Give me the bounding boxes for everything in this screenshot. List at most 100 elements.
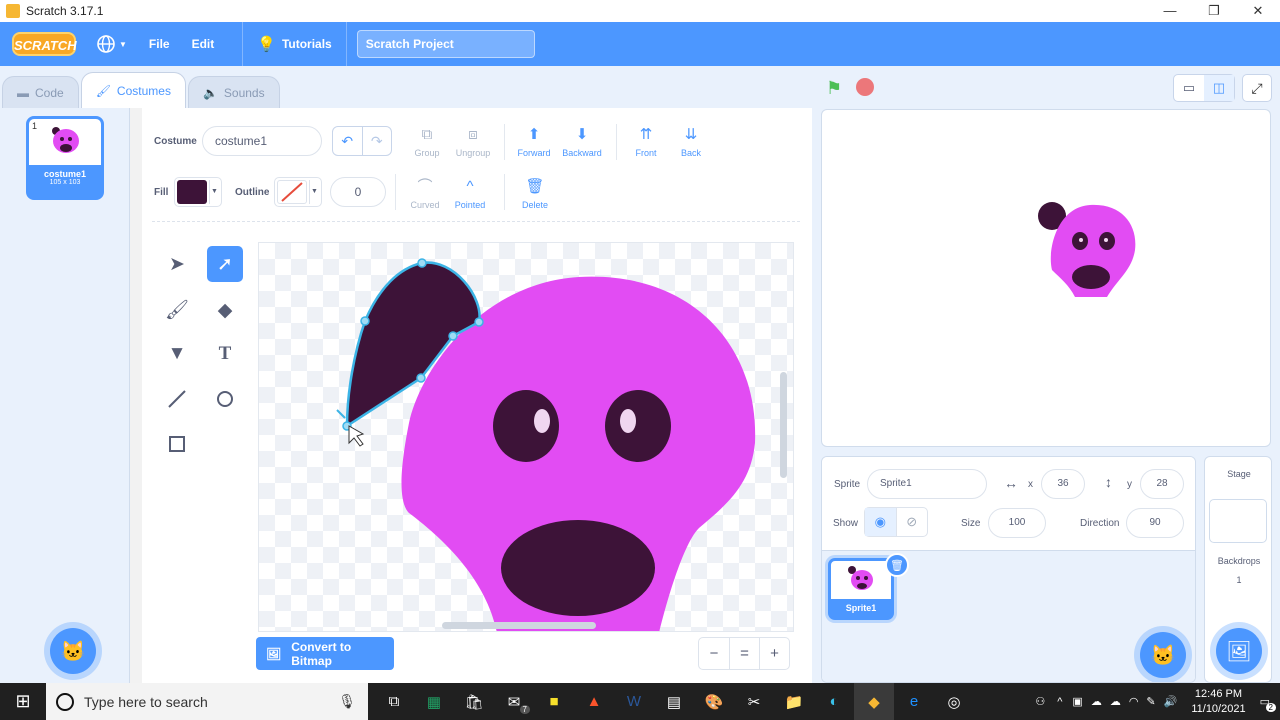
canvas-horizontal-scrollbar[interactable]	[442, 622, 596, 629]
zoom-in-button[interactable]: +	[759, 638, 789, 669]
drawing-canvas[interactable]	[258, 242, 794, 632]
paint-icon[interactable]: 🎨	[694, 683, 734, 720]
costume-list-scrollbar[interactable]	[130, 108, 142, 683]
toolbar-divider-line	[152, 221, 800, 222]
minimize-button[interactable]: —	[1148, 0, 1192, 22]
pen-icon[interactable]: ✎	[1146, 695, 1155, 708]
green-flag-icon[interactable]: ⚑	[826, 78, 842, 99]
backward-button[interactable]: ⬇ Backward	[557, 126, 607, 158]
wifi-icon[interactable]: ◠	[1129, 695, 1139, 708]
front-button[interactable]: ⇈ Front	[621, 126, 671, 158]
line-tool[interactable]	[159, 381, 195, 417]
text-tool[interactable]: T	[207, 336, 243, 372]
chevron-up-icon[interactable]: ^	[1057, 696, 1062, 708]
microphone-icon[interactable]: 🎙	[338, 693, 356, 710]
direction-input[interactable]: 90	[1126, 508, 1184, 538]
pointed-button[interactable]: ^ Pointed	[445, 178, 495, 210]
word-icon[interactable]: W	[614, 683, 654, 720]
fill-color-picker[interactable]: ▼	[174, 177, 222, 207]
volume-icon[interactable]: 🔊	[1164, 695, 1178, 708]
redo-icon[interactable]: ↷	[361, 127, 392, 155]
obs-icon[interactable]: ◎	[934, 683, 974, 720]
front-icon: ⇈	[639, 126, 653, 143]
reshape-tool[interactable]: ➚	[207, 246, 243, 282]
task-view-icon[interactable]: ⧉	[374, 683, 414, 720]
eye-icon[interactable]: ◉	[865, 508, 896, 536]
windows-start-icon[interactable]: ⊞	[0, 683, 46, 720]
ungroup-button[interactable]: ⧈ Ungroup	[448, 126, 498, 158]
delete-sprite-icon[interactable]: 🗑	[885, 553, 909, 577]
circle-tool[interactable]	[207, 381, 243, 417]
nose-shape[interactable]	[501, 520, 655, 616]
excel-icon[interactable]: ▦	[414, 683, 454, 720]
costume-name-input[interactable]: costume1	[202, 126, 322, 156]
people-icon[interactable]: ⚇	[1035, 695, 1045, 708]
eye-hidden-icon[interactable]: ⊘	[895, 508, 928, 536]
notifications-icon[interactable]: ▭ 2	[1260, 695, 1276, 712]
scratch-taskbar-icon[interactable]: ◆	[854, 683, 894, 720]
outline-color-picker[interactable]: ▼	[274, 177, 322, 207]
snip-icon[interactable]: ✂	[734, 683, 774, 720]
tutorials-button[interactable]: 💡 Tutorials	[242, 22, 347, 66]
taskbar-clock[interactable]: 12:46 PM 11/10/2021	[1191, 687, 1245, 717]
sticky-notes-icon[interactable]: ■	[534, 683, 574, 720]
restore-button[interactable]: ❐	[1192, 0, 1236, 22]
add-costume-button[interactable]: 🐱	[50, 628, 96, 674]
cloud-icon[interactable]: ☁	[1110, 695, 1121, 708]
group-button[interactable]: ⧉ Group	[402, 126, 452, 158]
sprite-tile[interactable]: Sprite1 🗑	[828, 553, 909, 620]
tab-code[interactable]: ▬ Code	[2, 76, 79, 108]
size-input[interactable]: 100	[988, 508, 1046, 538]
add-sprite-button[interactable]: 🐱	[1140, 632, 1186, 678]
onedrive-icon[interactable]: ☁	[1091, 695, 1102, 708]
brush-tool[interactable]: 🖌	[159, 292, 195, 328]
back-button[interactable]: ⇊ Back	[666, 126, 716, 158]
zoom-reset-button[interactable]: =	[729, 638, 759, 669]
stage-thumbnail[interactable]	[1209, 499, 1267, 543]
stage[interactable]	[821, 109, 1271, 447]
convert-to-bitmap-button[interactable]: 🖼 Convert to Bitmap	[256, 637, 394, 670]
costume-tile[interactable]: 1 costume1 105 x 103	[26, 116, 104, 200]
brave-icon[interactable]: ▲	[574, 683, 614, 720]
edge-icon[interactable]: ◐	[814, 683, 854, 720]
select-tool[interactable]: ➤	[159, 246, 195, 282]
rectangle-tool[interactable]	[159, 426, 195, 462]
y-input[interactable]: 28	[1140, 469, 1184, 499]
tray-app-icon[interactable]: ▣	[1072, 695, 1082, 708]
close-button[interactable]: ✕	[1236, 0, 1280, 22]
undo-icon[interactable]: ↶	[333, 127, 362, 155]
outline-width-input[interactable]: 0	[330, 177, 386, 207]
sprite-name-input[interactable]: Sprite1	[867, 469, 987, 499]
taskbar-search[interactable]: Type here to search 🎙	[46, 683, 368, 720]
zoom-out-button[interactable]: −	[699, 638, 729, 669]
tutorials-wrap: 💡 Tutorials	[257, 22, 347, 66]
right-eye[interactable]	[605, 390, 671, 462]
store-icon[interactable]: 🛍	[454, 683, 494, 720]
outline-label: Outline	[235, 187, 270, 198]
fill-swatch	[177, 180, 207, 204]
canvas-vertical-scrollbar[interactable]	[780, 372, 787, 478]
forward-button[interactable]: ⬆ Forward	[509, 126, 559, 158]
x-input[interactable]: 36	[1041, 469, 1085, 499]
eraser-tool[interactable]: ◆	[207, 292, 243, 328]
edit-menu[interactable]: Edit	[192, 37, 215, 51]
stop-icon[interactable]	[856, 78, 874, 96]
mail-icon[interactable]: ✉ 7	[494, 683, 534, 720]
tab-sounds[interactable]: 🔈 Sounds	[187, 76, 280, 108]
add-backdrop-button[interactable]: 🖼	[1216, 628, 1262, 674]
fullscreen-icon[interactable]: ⤢	[1242, 74, 1272, 102]
large-stage-icon[interactable]: ◫	[1204, 75, 1234, 101]
tab-costumes[interactable]: 🖌 Costumes	[80, 72, 186, 108]
scratch-logo[interactable]: SCRATCH	[12, 32, 77, 56]
small-stage-icon[interactable]: ▭	[1174, 75, 1204, 101]
bezier-handle[interactable]	[336, 409, 346, 419]
language-menu[interactable]: ▼	[96, 34, 127, 54]
delete-button[interactable]: 🗑 Delete	[510, 178, 560, 210]
curved-button[interactable]: ⌒ Curved	[400, 178, 450, 210]
fill-tool[interactable]: ▼	[159, 336, 195, 372]
file-explorer-icon[interactable]: 📁	[774, 683, 814, 720]
ie-icon[interactable]: e	[894, 683, 934, 720]
project-title-input[interactable]: Scratch Project	[356, 30, 535, 58]
file-menu[interactable]: File	[149, 37, 170, 51]
calculator-icon[interactable]: ▤	[654, 683, 694, 720]
